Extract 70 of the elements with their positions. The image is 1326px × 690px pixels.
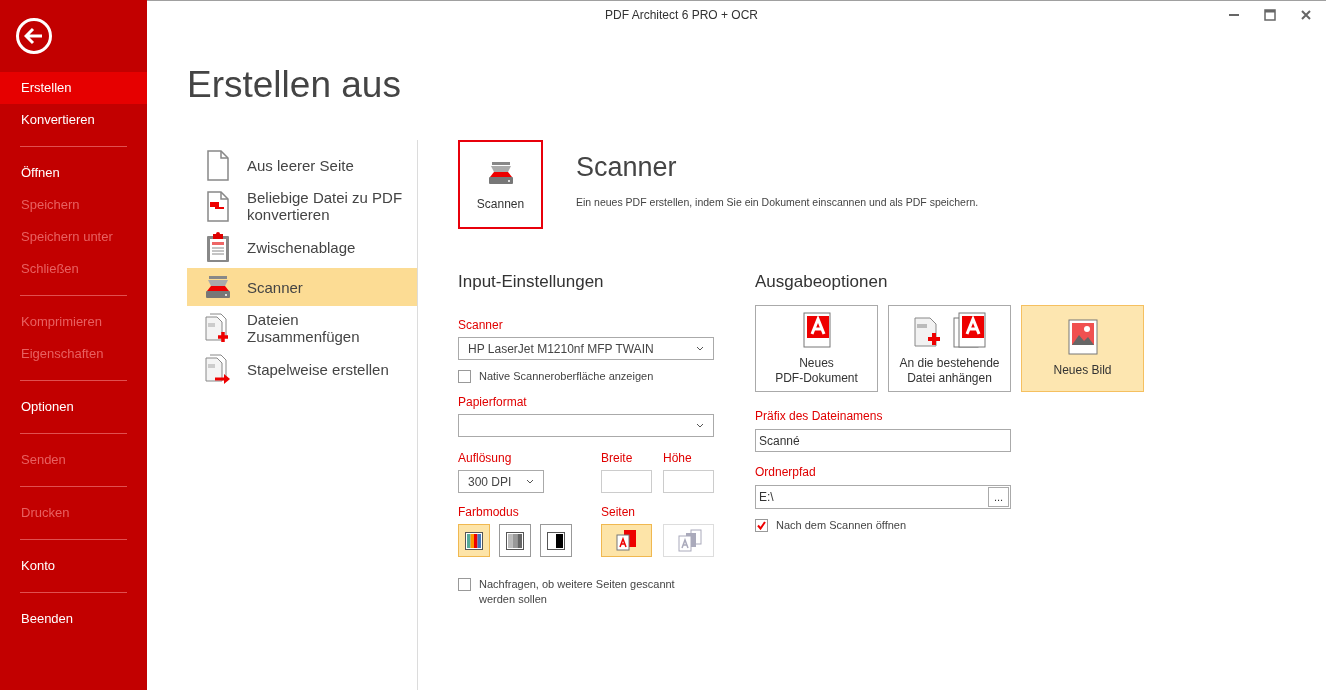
pages-arrow-icon xyxy=(205,353,231,385)
monochrome-icon xyxy=(547,531,565,550)
checkbox-label: Nachfragen, ob weitere Seiten gescannt werden sollen xyxy=(479,577,675,607)
dropdown[interactable]: HP LaserJet M1210nf MFP TWAIN xyxy=(458,337,714,360)
sidebar-item[interactable]: Konto xyxy=(0,550,147,582)
field-label: Seiten xyxy=(601,504,637,521)
create-option[interactable]: Stapelweise erstellen xyxy=(187,350,417,388)
output-option[interactable]: Neues PDF-Dokument xyxy=(755,305,878,392)
field-label: Scanner xyxy=(458,317,504,334)
image-file-icon xyxy=(1067,319,1098,355)
create-option[interactable]: Scanner xyxy=(187,268,417,306)
back-button[interactable] xyxy=(16,18,52,54)
clipboard-icon xyxy=(206,231,230,263)
grayscale-stripes-icon xyxy=(506,531,524,550)
scan-button[interactable]: Scannen xyxy=(458,140,543,229)
pages-plus-icon xyxy=(205,312,231,344)
prefix-input[interactable]: Scanné xyxy=(755,429,1011,452)
field-label: Breite xyxy=(601,450,634,467)
create-option[interactable]: Beliebige Datei zu PDF konvertieren xyxy=(187,186,417,226)
checkbox-label: Nach dem Scannen öffnen xyxy=(776,518,907,533)
output-option[interactable]: An die bestehende Datei anhängen xyxy=(888,305,1011,392)
scanner-icon xyxy=(205,275,231,299)
page-icon xyxy=(206,190,230,222)
field-label: Ordnerpfad xyxy=(755,464,817,481)
dropdown-caret-icon xyxy=(696,423,704,428)
sidebar-item[interactable]: Erstellen xyxy=(0,72,147,104)
dropdown-caret-icon xyxy=(696,346,704,351)
blank-page-icon xyxy=(206,149,230,181)
pdf-append-icon xyxy=(913,311,986,348)
maximize-icon[interactable] xyxy=(1264,8,1276,21)
color-mode-button[interactable] xyxy=(458,524,490,557)
create-option[interactable]: Dateien Zusammenfügen xyxy=(187,308,417,348)
section-heading: Ausgabeoptionen xyxy=(755,273,889,290)
close-icon[interactable] xyxy=(1300,8,1312,21)
pdf-document-icon xyxy=(802,311,831,348)
multiple-pages-icon xyxy=(675,529,702,552)
pages-mode-button[interactable] xyxy=(601,524,652,557)
section-description: Ein neues PDF erstellen, indem Sie ein Dokument einscannen und als PDF speichern. xyxy=(576,195,979,210)
field-label: Auflösung xyxy=(458,450,513,467)
height-input[interactable] xyxy=(663,470,714,493)
page-title: Erstellen aus xyxy=(187,66,402,103)
sidebar-item[interactable]: Konvertieren xyxy=(0,104,147,136)
sidebar-item[interactable]: Beenden xyxy=(0,603,147,635)
width-input[interactable] xyxy=(601,470,652,493)
field-label: Papierformat xyxy=(458,394,528,411)
field-label: Präfix des Dateinamens xyxy=(755,408,884,425)
folder-path-input[interactable]: E:\ xyxy=(759,488,774,506)
section-title: Scanner xyxy=(576,154,678,181)
sidebar-item[interactable]: Öffnen xyxy=(0,157,147,189)
field-label: Höhe xyxy=(663,450,693,467)
checkbox[interactable] xyxy=(755,519,768,532)
back-arrow-icon xyxy=(24,27,44,45)
browse-button[interactable]: ... xyxy=(988,487,1009,507)
dropdown[interactable] xyxy=(458,414,714,437)
color-mode-button[interactable] xyxy=(540,524,572,557)
field-label: Farbmodus xyxy=(458,504,520,521)
create-option[interactable]: Aus leerer Seite xyxy=(187,146,417,184)
section-heading: Input-Einstellungen xyxy=(458,273,605,290)
checkbox-label: Native Scanneroberfläche anzeigen xyxy=(479,369,654,384)
checkbox[interactable] xyxy=(458,578,471,591)
scanner-icon xyxy=(487,160,514,185)
output-option[interactable]: Neues Bild xyxy=(1021,305,1144,392)
dropdown[interactable]: 300 DPI xyxy=(458,470,544,493)
create-option[interactable]: Zwischenablage xyxy=(187,228,417,266)
sidebar-item[interactable]: Optionen xyxy=(0,391,147,423)
color-mode-button[interactable] xyxy=(499,524,531,557)
color-stripes-icon xyxy=(465,531,483,550)
window-title: PDF Architect 6 PRO + OCR xyxy=(604,6,758,24)
dropdown-caret-icon xyxy=(526,479,534,484)
checkbox[interactable] xyxy=(458,370,471,383)
